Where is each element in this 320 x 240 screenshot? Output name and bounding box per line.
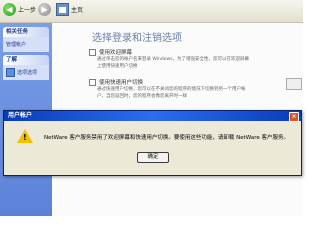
panel-body: 管理帐户 [3,37,49,52]
ok-button[interactable]: 确定 [137,152,169,163]
sidebar-item-manage-accounts[interactable]: 管理帐户 [6,40,46,49]
option-label: 使用快速用户切换 [99,80,144,86]
panel-title[interactable]: 相关任务 [3,27,49,37]
option-welcome-screen: 使用欢迎屏幕 通过单击您的帐户名来登录 Windows，为了增强安全性，您可以在… [89,48,249,70]
forward-arrow-icon: ▶ [38,3,51,16]
home-label: 主页 [71,7,84,14]
panel-title[interactable]: 了解 [3,55,49,65]
option-label: 使用欢迎屏幕 [99,50,133,56]
apply-button[interactable] [286,78,302,90]
page-title: 选择登录和注销选项 [92,33,182,44]
dialog-titlebar[interactable]: 用户帐户 × [4,111,301,122]
user-accounts-dialog: 用户帐户 × ! NetWare 客户服务禁用了欢迎屏幕和快速用户切换。要使用这… [3,110,302,176]
back-button[interactable]: ◀ 上一步 ▾ [3,3,41,16]
panel-body: 选项选项 [3,65,49,80]
home-icon [56,3,69,16]
back-label: 上一步 [18,7,37,14]
dialog-title: 用户帐户 [8,112,33,119]
welcome-screen-checkbox[interactable] [89,48,96,56]
home-button[interactable]: 主页 [56,3,83,16]
sidebar-item-label: 选项选项 [17,70,38,76]
dialog-message: NetWare 客户服务禁用了欢迎屏幕和快速用户切换。要使用这些功能，请卸载 N… [44,135,290,141]
option-fast-user-switching: 使用快速用户切换 通过快速用户切换，您可以在不关闭您的程序的情况下切换到另一个用… [89,78,249,100]
sidebar-item-label: 管理帐户 [6,42,27,48]
sidebar-item-options[interactable]: 选项选项 [6,68,46,77]
related-tasks-panel: 相关任务 管理帐户 [3,27,49,52]
forward-button[interactable]: ▶ [38,3,51,16]
learn-panel: 了解 选项选项 [3,55,49,80]
help-icon [6,68,15,77]
toolbar: ◀ 上一步 ▾ ▶ 主页 [0,0,303,23]
close-icon[interactable]: × [289,112,299,122]
option-description: 通过单击您的帐户名来登录 Windows，为了增强安全性，您可以在欢迎屏幕上使用… [97,57,250,69]
warning-exclamation: ! [23,133,27,142]
back-arrow-icon: ◀ [3,3,16,16]
fast-switching-checkbox[interactable] [89,78,96,86]
option-description: 通过快速用户切换，您可以在不关闭您的程序的情况下切换到另一个用户帐户，当您返回时… [97,87,246,99]
